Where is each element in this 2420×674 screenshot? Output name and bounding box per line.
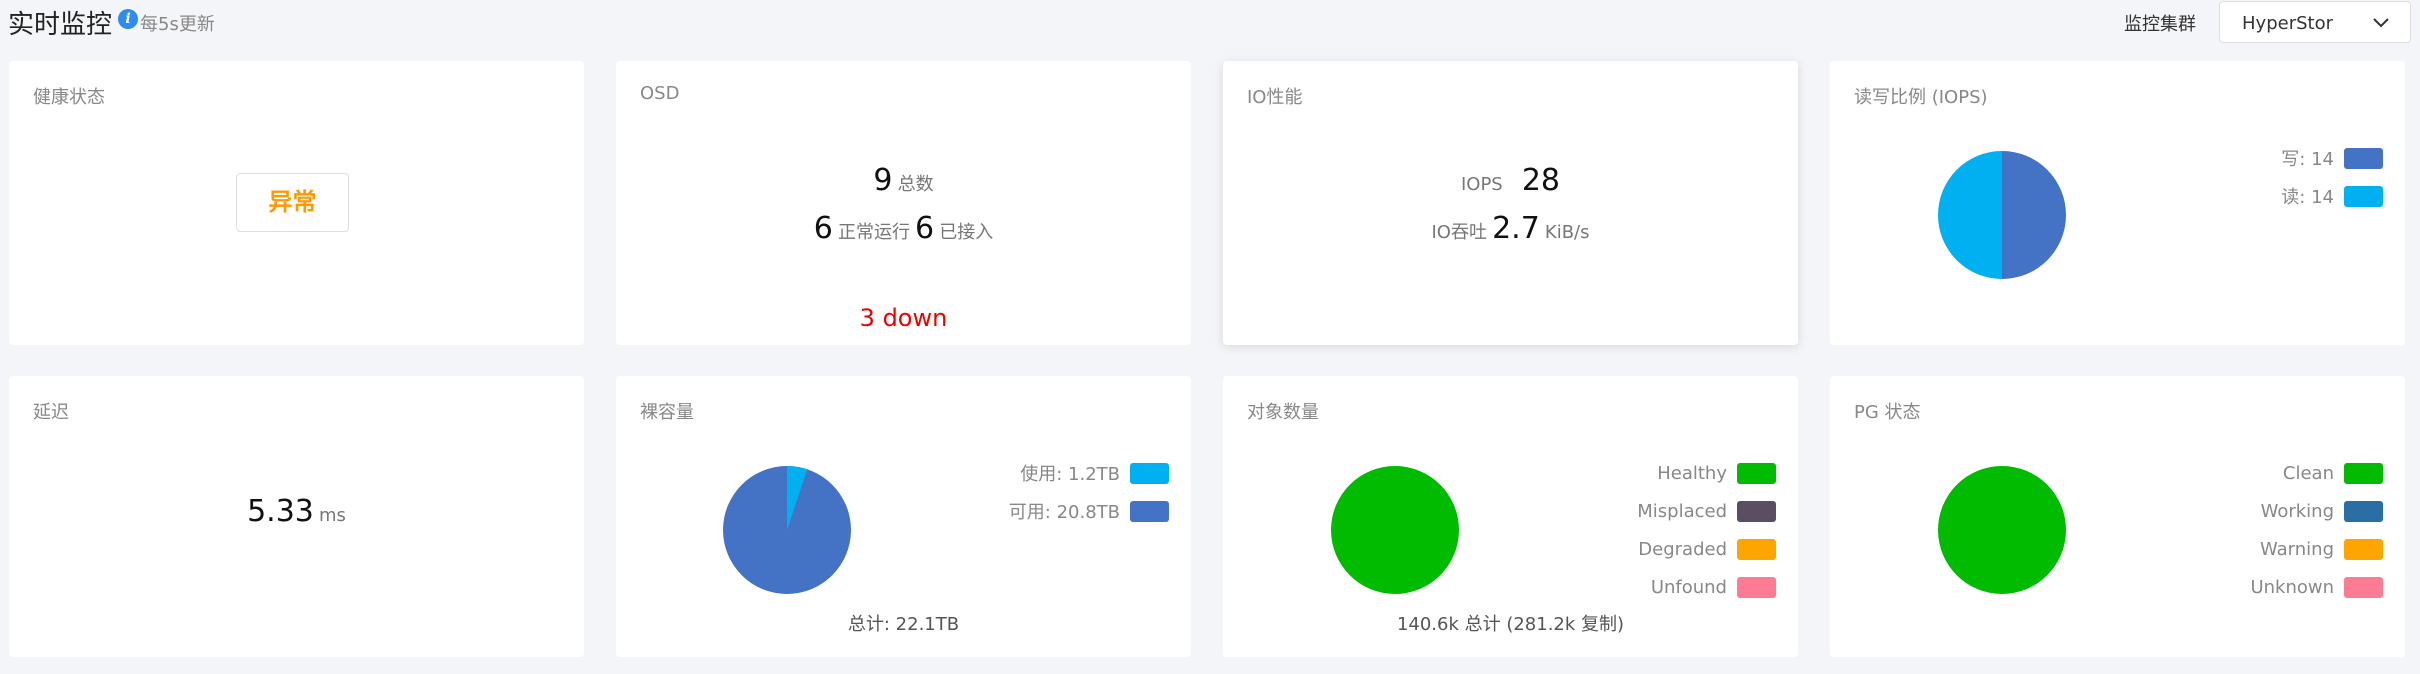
osd-running-value: 6 <box>813 211 833 246</box>
pie-slice-read <box>1938 151 2002 279</box>
osd-connected-value: 6 <box>915 211 935 246</box>
objects-total: 140.6k 总计 (281.2k 复制) <box>1396 614 1625 635</box>
pie-slice-write <box>2002 151 2066 279</box>
legend-item-write[interactable]: 写: 14 <box>2281 139 2383 177</box>
legend-label: 读: 14 <box>2281 187 2334 208</box>
info-icon[interactable]: i <box>118 9 138 29</box>
raw-capacity-legend: 使用: 1.2TB 可用: 20.8TB <box>1009 454 1169 530</box>
pie-slice-clean <box>1938 466 2066 594</box>
legend-swatch <box>1737 500 1776 522</box>
refresh-note: 每5s更新 <box>140 14 215 35</box>
raw-capacity-card: 裸容量 使用: 1.2TB 可用: 20.8TB 总计: 22.1TB <box>616 376 1191 657</box>
legend-swatch <box>2344 538 2383 560</box>
legend-swatch <box>2344 185 2383 207</box>
page-title: 实时监控 <box>8 10 113 40</box>
card-title: 对象数量 <box>1247 402 1319 423</box>
rw-ratio-pie <box>1938 151 2066 279</box>
latency-unit: ms <box>318 505 346 526</box>
latency-value: 5.33 <box>247 494 314 529</box>
throughput-row: IO吞吐 2.7 KiB/s <box>1223 211 1798 246</box>
legend-label: Unfound <box>1650 576 1727 598</box>
chevron-down-icon <box>2373 18 2389 28</box>
legend-item-healthy[interactable]: Healthy <box>1637 454 1776 492</box>
legend-item-misplaced[interactable]: Misplaced <box>1637 492 1776 530</box>
legend-label: 写: 14 <box>2281 149 2334 170</box>
legend-label: 使用: 1.2TB <box>1020 464 1120 485</box>
legend-swatch <box>1130 500 1169 522</box>
pg-status-pie <box>1938 466 2066 594</box>
card-title: 延迟 <box>33 402 69 423</box>
cluster-select-value: HyperStor <box>2242 13 2333 34</box>
legend-swatch <box>2344 147 2383 169</box>
legend-swatch <box>1737 538 1776 560</box>
card-title: 读写比例 (IOPS) <box>1854 87 1988 108</box>
legend-item-degraded[interactable]: Degraded <box>1637 530 1776 568</box>
objects-legend: Healthy Misplaced Degraded Unfound <box>1637 454 1776 606</box>
pg-status-card: PG 状态 Clean Working Warning Unknown <box>1830 376 2405 657</box>
legend-swatch <box>2344 576 2383 598</box>
legend-swatch <box>1130 462 1169 484</box>
objects-pie <box>1331 466 1459 594</box>
raw-capacity-pie <box>723 466 851 594</box>
legend-label: Healthy <box>1657 462 1727 484</box>
legend-label: Clean <box>2282 462 2334 484</box>
cluster-label: 监控集群 <box>2124 14 2196 35</box>
card-title: 健康状态 <box>33 87 105 108</box>
legend-item-clean[interactable]: Clean <box>2250 454 2383 492</box>
health-status-badge[interactable]: 异常 <box>236 173 349 232</box>
cluster-select[interactable]: HyperStor <box>2219 1 2411 43</box>
card-title: IO性能 <box>1247 87 1303 108</box>
legend-item-used[interactable]: 使用: 1.2TB <box>1009 454 1169 492</box>
throughput-unit: KiB/s <box>1544 222 1590 243</box>
osd-connected-label: 已接入 <box>939 222 994 243</box>
latency-card: 延迟 5.33 ms <box>9 376 584 657</box>
legend-item-unknown[interactable]: Unknown <box>2250 568 2383 606</box>
objects-card: 对象数量 Healthy Misplaced Degraded Unfound … <box>1223 376 1798 657</box>
legend-item-read[interactable]: 读: 14 <box>2281 177 2383 215</box>
card-title: OSD <box>640 83 680 104</box>
raw-capacity-total: 总计: 22.1TB <box>847 614 960 635</box>
osd-running-label: 正常运行 <box>837 222 910 243</box>
legend-swatch <box>1737 576 1776 598</box>
legend-swatch <box>2344 462 2383 484</box>
legend-label: Unknown <box>2250 576 2334 598</box>
legend-label: Degraded <box>1638 538 1727 560</box>
osd-total-row: 9 总数 <box>616 163 1191 198</box>
osd-status-row: 6 正常运行 6 已接入 <box>616 211 1191 246</box>
legend-item-warning[interactable]: Warning <box>2250 530 2383 568</box>
iops-label: IOPS <box>1460 174 1503 195</box>
legend-label: 可用: 20.8TB <box>1008 502 1120 523</box>
health-card: 健康状态 异常 <box>9 61 584 345</box>
osd-total-value: 9 <box>873 163 893 198</box>
legend-label: Warning <box>2259 538 2334 560</box>
legend-label: Working <box>2260 500 2334 522</box>
legend-swatch <box>2344 500 2383 522</box>
legend-label: Misplaced <box>1637 500 1727 522</box>
osd-down-text[interactable]: 3 down <box>616 304 1191 332</box>
pg-status-legend: Clean Working Warning Unknown <box>2250 454 2383 606</box>
rw-ratio-legend: 写: 14 读: 14 <box>2281 139 2383 215</box>
iops-row: IOPS 28 <box>1223 163 1798 198</box>
legend-item-working[interactable]: Working <box>2250 492 2383 530</box>
legend-swatch <box>1737 462 1776 484</box>
throughput-value: 2.7 <box>1492 211 1540 246</box>
page-header: 实时监控 i 每5s更新 监控集群 HyperStor <box>0 0 2420 46</box>
legend-item-unfound[interactable]: Unfound <box>1637 568 1776 606</box>
pie-slice-healthy <box>1331 466 1459 594</box>
rw-ratio-card: 读写比例 (IOPS) 写: 14 读: 14 <box>1830 61 2405 345</box>
throughput-label: IO吞吐 <box>1431 222 1487 243</box>
card-title: 裸容量 <box>640 402 694 423</box>
iops-value: 28 <box>1521 163 1561 198</box>
osd-card: OSD 9 总数 6 正常运行 6 已接入 3 down <box>616 61 1191 345</box>
card-title: PG 状态 <box>1854 402 1921 423</box>
osd-total-label: 总数 <box>897 174 934 195</box>
latency-row: 5.33 ms <box>9 494 584 529</box>
legend-item-available[interactable]: 可用: 20.8TB <box>1009 492 1169 530</box>
io-performance-card: IO性能 IOPS 28 IO吞吐 2.7 KiB/s <box>1223 61 1798 345</box>
